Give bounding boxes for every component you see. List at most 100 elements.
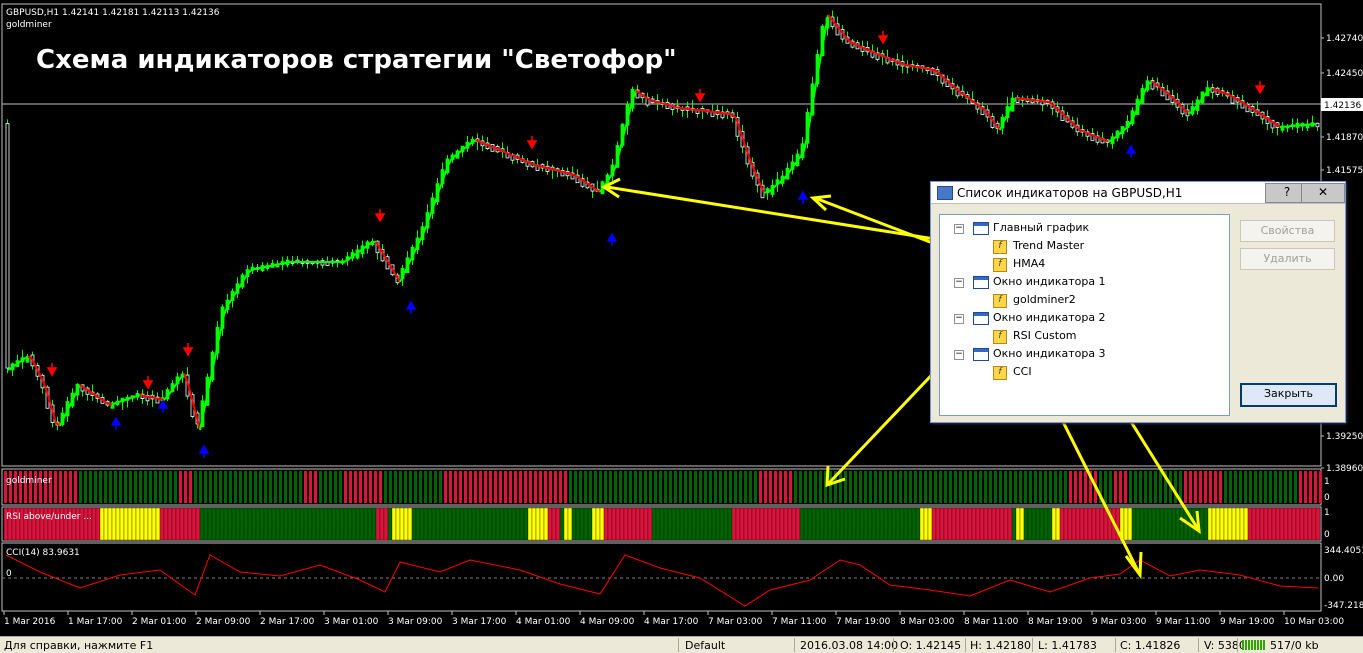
time-tick-label: 2 Mar 01:00 [132,617,187,627]
rsi-bar [1272,508,1276,540]
rsi-bar [848,508,852,540]
rsi-bar [176,508,180,540]
close-window-button[interactable]: ✕ [1301,183,1345,203]
goldminer-bar [174,471,177,503]
goldminer-bar [1274,471,1277,503]
time-tick-label: 4 Mar 01:00 [516,617,571,627]
collapse-toggle-icon[interactable]: − [954,350,964,360]
rsi-bar [228,508,232,540]
rsi-bar [1092,508,1096,540]
hma-segment [728,114,732,115]
tree-item-cci[interactable]: CCI [1013,365,1032,378]
rsi-bar [1280,508,1284,540]
goldminer-bar [1109,471,1112,503]
collapse-toggle-icon[interactable]: − [954,224,964,234]
time-tick-label: 3 Mar 01:00 [324,617,379,627]
goldminer-bar [64,471,67,503]
goldminer-bar [449,471,452,503]
rsi-bar [584,508,588,540]
goldminer-bar [559,471,562,503]
chart-window-icon [973,276,989,289]
goldminer-bar [854,471,857,503]
rsi-bar [164,508,168,540]
indicators-dialog[interactable]: Список индикаторов на GBPUSD,H1 ? ✕ − Гл… [930,181,1346,423]
tree-item-goldminer2[interactable]: goldminer2 [1013,293,1076,306]
hma-segment [716,112,720,113]
rsi-bar [392,508,396,540]
goldminer-bar [1249,471,1252,503]
rsi-bar [836,508,840,540]
dialog-titlebar[interactable]: Список индикаторов на GBPUSD,H1 ? ✕ [931,182,1345,204]
properties-button[interactable]: Свойства [1240,220,1335,242]
rsi-bar [932,508,936,540]
hma-segment [120,400,124,401]
rsi-bar [888,508,892,540]
rsi-bar [832,508,836,540]
rsi-bar [968,508,972,540]
rsi-bar [488,508,492,540]
tree-item-main-chart[interactable]: Главный график [993,221,1089,234]
tree-item-trend-master[interactable]: Trend Master [1013,239,1084,252]
rsi-bar [376,508,380,540]
goldminer-bar [519,471,522,503]
rsi-bar [1100,508,1104,540]
goldminer-bar [674,471,677,503]
goldminer-bar [739,471,742,503]
goldminer-bar [369,471,372,503]
hma-segment [1220,92,1224,93]
rsi-bar [260,508,264,540]
tree-item-window-2[interactable]: Окно индикатора 2 [993,311,1106,324]
cci-panel[interactable] [2,543,1321,611]
goldminer-bar [79,471,82,503]
rsi-bar [1080,508,1084,540]
tree-item-rsi-custom[interactable]: RSI Custom [1013,329,1077,342]
rsi-bar [320,508,324,540]
rsi-bar [532,508,536,540]
goldminer-bar [179,471,182,503]
goldminer-bar [984,471,987,503]
delete-button[interactable]: Удалить [1240,248,1335,270]
goldminer-bar [954,471,957,503]
goldminer-bar [149,471,152,503]
goldminer-bar [864,471,867,503]
goldminer-bar [194,471,197,503]
goldminer-bar [1029,471,1032,503]
tree-item-window-1[interactable]: Окно индикатора 1 [993,275,1106,288]
rsi-bar [432,508,436,540]
hma-segment [124,399,128,400]
collapse-toggle-icon[interactable]: − [954,278,964,288]
rsi-bar [508,508,512,540]
collapse-toggle-icon[interactable]: − [954,314,964,324]
goldminer-bar [784,471,787,503]
hma-segment [1224,93,1228,94]
close-button[interactable]: Закрыть [1240,383,1337,407]
rsi-bar [1088,508,1092,540]
hma-segment [108,404,112,405]
rsi-bar [220,508,224,540]
rsi-bar [880,508,884,540]
goldminer-bar [719,471,722,503]
goldminer-bar [549,471,552,503]
goldminer-bar [634,471,637,503]
rsi-bar [420,508,424,540]
tree-item-hma4[interactable]: HMA4 [1013,257,1045,270]
indicator-name: goldminer [6,20,52,30]
goldminer-bar [104,471,107,503]
rsi-bar [1008,508,1012,540]
rsi-bar [692,508,696,540]
indicator-tree[interactable]: − Главный график f Trend Master f HMA4 −… [939,214,1230,416]
goldminer-bar [94,471,97,503]
goldminer-bar [769,471,772,503]
goldminer-bar [1239,471,1242,503]
rsi-bar [764,508,768,540]
tree-item-window-3[interactable]: Окно индикатора 3 [993,347,1106,360]
rsi-bar [140,508,144,540]
goldminer-bar [414,471,417,503]
goldminer-bar [1289,471,1292,503]
goldminer-bar [84,471,87,503]
rsi-bar [1276,508,1280,540]
rsi-bar [592,508,596,540]
goldminer-bar [254,471,257,503]
rsi-bar [1124,508,1128,540]
rsi-bar [92,508,96,540]
